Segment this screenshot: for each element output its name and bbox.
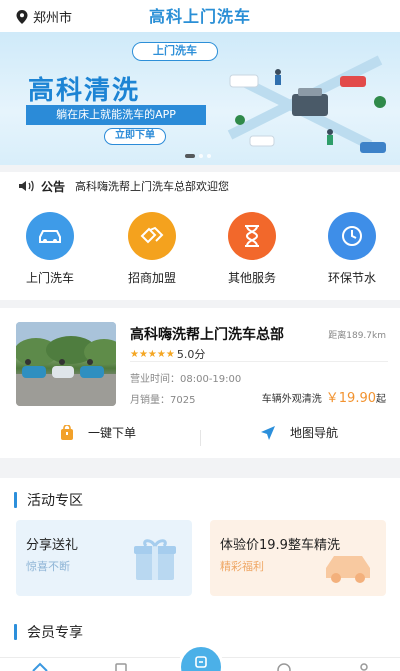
activity-section: 活动专区 分享送礼 惊喜不断 体验价19.9整车精洗 精彩福利 [0,478,400,610]
gift-icon [134,539,176,580]
service-price: ￥19.90 [325,391,376,406]
promo-card-share[interactable]: 分享送礼 惊喜不断 [16,520,192,596]
service-item-eco[interactable]: 环保节水 [312,212,392,286]
banner-tag: 上门洗车 [132,42,218,61]
price-suffix: 起 [376,394,386,405]
promo-subtitle: 惊喜不断 [26,560,70,573]
member-title: 会员专享 [27,625,83,641]
orders-icon[interactable] [113,662,129,671]
store-name: 高科嗨洗帮上门洗车总部 [130,327,284,343]
promo-title: 分享送礼 [26,538,79,553]
promo-subtitle: 精彩福利 [220,560,264,573]
store-distance: 距离189.7km [328,331,386,341]
carousel-indicator [185,154,211,158]
carousel-dot [207,154,211,158]
speaker-icon [19,180,34,192]
section-accent-bar [14,624,17,640]
banner-subline: 躺在床上就能洗车的APP [26,105,206,125]
profile-icon[interactable] [356,662,372,671]
carousel-dot-active [185,154,195,158]
service-label: 环保节水 [327,271,376,285]
store-actions: 一键下单 地图导航 [0,420,400,450]
service-price-line: 车辆外观清洗 ￥19.90 起 [262,387,386,406]
service-name: 车辆外观清洗 [261,394,322,405]
car-icon [26,212,74,260]
section-accent-bar [14,492,17,508]
service-item-other[interactable]: 其他服务 [212,212,292,286]
banner-illustration [227,55,386,153]
one-click-order-button[interactable]: 一键下单 [60,424,136,441]
service-item-franchise[interactable]: 招商加盟 [112,212,192,286]
map-navigation-button[interactable]: 地图导航 [260,424,338,441]
notice-label: 公告 [41,179,66,194]
nav-label: 地图导航 [290,426,339,440]
notice-text: 高科嗨洗帮上门洗车总部欢迎您 [75,180,230,193]
rating-score: 5.0分 [176,348,206,361]
store-photo [16,322,116,406]
store-rating: ★★★★★ 5.0分 [130,346,205,362]
shopping-bag-icon [61,424,73,440]
service-label: 上门洗车 [25,271,74,285]
divider [200,430,201,446]
hourglass-icon [228,212,276,260]
store-hours: 营业时间：08:00-19:00 [130,374,242,385]
navigation-arrow-icon [261,425,275,440]
app-title: 高科上门洗车 [148,7,251,26]
store-monthly-sales: 月销量：7025 [130,395,196,406]
handshake-icon [128,212,176,260]
divider [130,361,388,362]
section-title: 会员专享 [14,622,83,642]
car-illustration-icon [326,556,370,583]
store-card[interactable]: 高科嗨洗帮上门洗车总部 距离189.7km ★★★★★ 5.0分 营业时间：08… [0,308,400,458]
banner-cta-button[interactable]: 立即下单 [104,128,166,145]
section-title: 活动专区 [14,490,83,510]
compass-icon[interactable] [276,662,292,671]
service-grid: 上门洗车 招商加盟 其他服务 环保节水 [0,200,400,300]
service-label: 其他服务 [227,271,276,285]
clock-icon [328,212,376,260]
notice-bar[interactable]: 公告 高科嗨洗帮上门洗车总部欢迎您 [0,172,400,200]
rating-stars: ★★★★★ [130,348,175,360]
order-label: 一键下单 [88,426,137,440]
home-icon[interactable] [32,662,48,671]
banner-headline: 高科清洗 [28,76,141,106]
top-header: 郑州市 高科上门洗车 [0,0,400,32]
carousel-dot [199,154,203,158]
promo-card-trial[interactable]: 体验价19.9整车精洗 精彩福利 [210,520,386,596]
service-item-car-wash[interactable]: 上门洗车 [10,212,90,286]
service-label: 招商加盟 [127,271,176,285]
promo-banner[interactable]: 上门洗车 高科清洗 躺在床上就能洗车的APP 立即下单 [0,32,400,165]
wash-icon [195,656,207,668]
activity-title: 活动专区 [27,493,83,509]
